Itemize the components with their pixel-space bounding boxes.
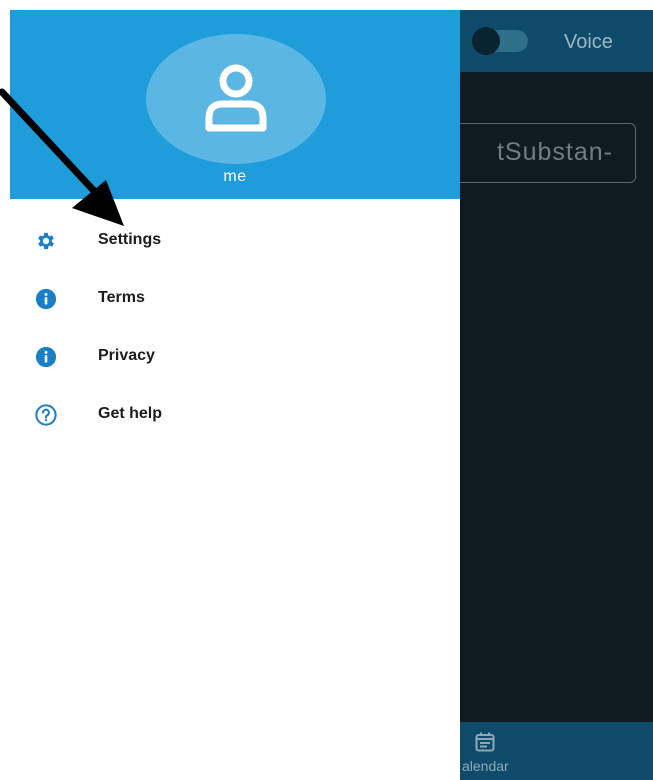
voice-label: Voice bbox=[564, 31, 613, 53]
info-icon bbox=[35, 288, 57, 310]
info-icon bbox=[35, 346, 57, 368]
menu-item-settings[interactable]: Settings bbox=[10, 216, 460, 266]
menu-item-label: Terms bbox=[98, 289, 145, 306]
background-text-field[interactable]: tSubstan- bbox=[440, 123, 636, 183]
bottom-navigation: alendar bbox=[460, 722, 653, 780]
person-icon bbox=[205, 64, 267, 132]
menu-item-label: Settings bbox=[98, 231, 162, 248]
avatar[interactable] bbox=[146, 34, 326, 164]
calendar-nav-label[interactable]: alendar bbox=[462, 758, 509, 774]
help-icon bbox=[35, 404, 57, 426]
user-name: me bbox=[223, 168, 247, 185]
drawer-header: me bbox=[10, 10, 460, 199]
voice-toggle[interactable] bbox=[472, 27, 528, 55]
menu-item-label: Get help bbox=[98, 405, 163, 422]
background-app: Voice tSubstan- alendar bbox=[440, 10, 653, 780]
menu-item-privacy[interactable]: Privacy bbox=[10, 332, 460, 382]
menu-item-label: Privacy bbox=[98, 347, 155, 364]
background-text-field-value: tSubstan- bbox=[496, 138, 613, 166]
calendar-icon[interactable] bbox=[475, 732, 495, 752]
gear-icon bbox=[38, 232, 54, 250]
menu-item-get-help[interactable]: Get help bbox=[10, 390, 460, 440]
background-app-bar: Voice bbox=[460, 10, 653, 72]
voice-toggle-knob bbox=[472, 27, 500, 55]
navigation-drawer: me Settings Terms Privacy Get help bbox=[10, 10, 460, 780]
menu-item-terms[interactable]: Terms bbox=[10, 274, 460, 324]
